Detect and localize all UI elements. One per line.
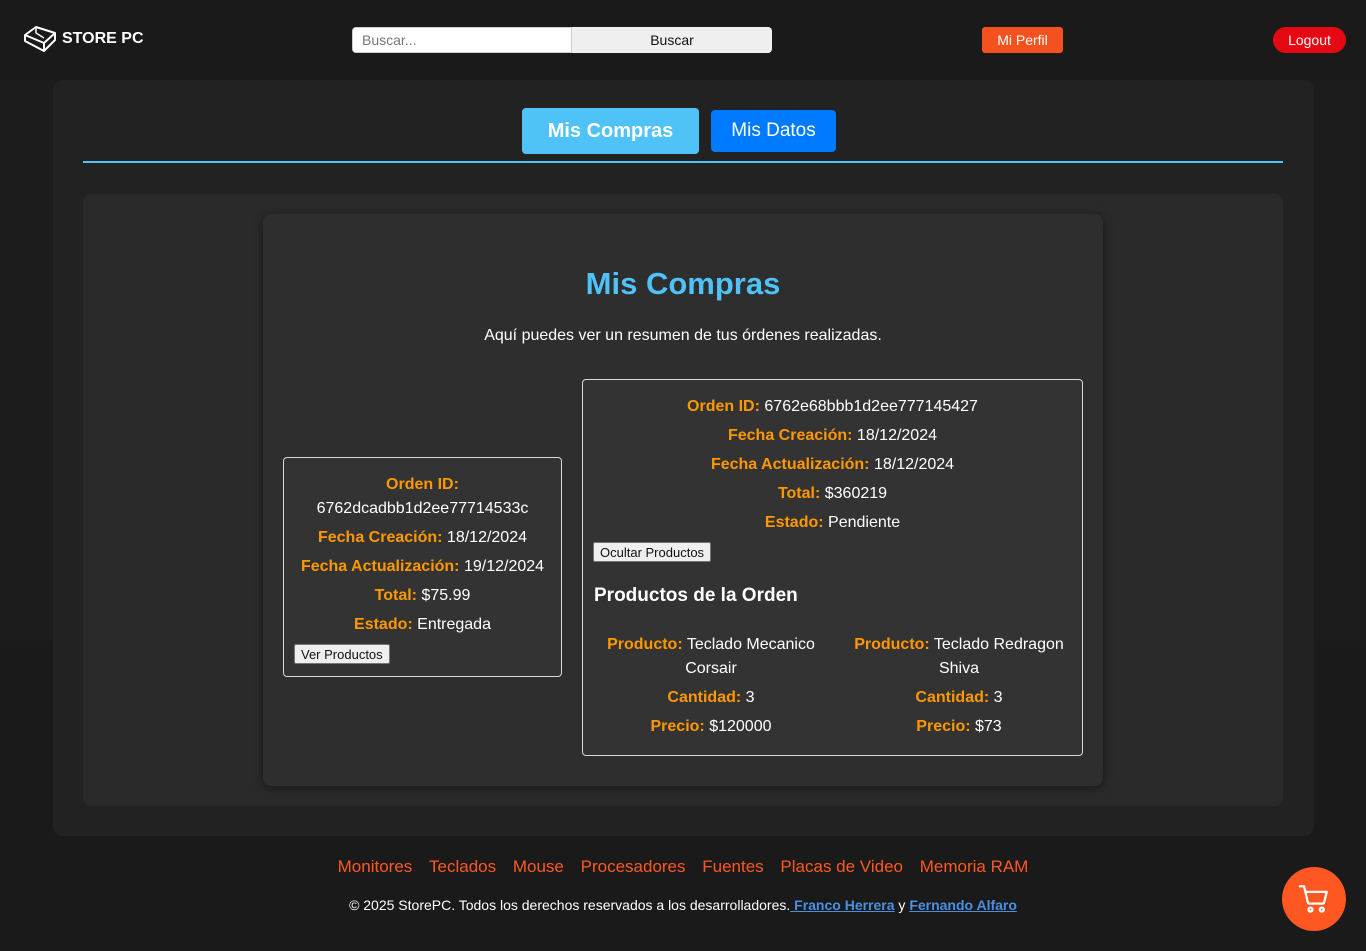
orders-title: Mis Compras: [585, 266, 781, 301]
footer-category-links: Monitores Teclados Mouse Procesadores Fu…: [0, 857, 1366, 877]
product-label: Producto:: [854, 636, 930, 653]
product-quantity-row: Cantidad: 3: [591, 686, 831, 710]
product-price-row: Precio: $120000: [591, 715, 831, 739]
created-label: Fecha Creación:: [727, 427, 853, 444]
order-id-row: Orden ID: 6762e68bbb1d2ee777145427: [583, 397, 1082, 417]
quantity-value: 3: [745, 689, 755, 706]
status-label: Estado:: [354, 616, 413, 633]
copyright: © 2025 StorePC. Todos los derechos reser…: [0, 897, 1366, 913]
search-button[interactable]: Buscar: [572, 27, 772, 53]
copyright-text: © 2025 StorePC. Todos los derechos reser…: [349, 897, 791, 913]
product-name-row-2: Corsair: [591, 657, 831, 681]
order-updated-row: Fecha Actualización: 19/12/2024: [284, 557, 561, 577]
footer-link-teclados[interactable]: Teclados: [429, 857, 496, 876]
product-name-row: Producto: Teclado Mecanico: [591, 633, 831, 657]
tab-mis-datos[interactable]: Mis Datos: [711, 110, 836, 152]
updated-label: Fecha Actualización:: [710, 456, 870, 473]
order-created-row: Fecha Creación: 18/12/2024: [284, 528, 561, 548]
order-id-value: 6762dcadbb1d2ee77714533c: [316, 500, 529, 517]
total-label: Total:: [374, 587, 417, 604]
tab-underline: [83, 161, 1283, 163]
footer-link-memoria-ram[interactable]: Memoria RAM: [920, 857, 1029, 876]
product-item: Producto: Teclado Redragon Shiva Cantida…: [839, 633, 1079, 739]
order-updated-row: Fecha Actualización: 18/12/2024: [583, 455, 1082, 475]
footer-link-mouse[interactable]: Mouse: [513, 857, 564, 876]
order-status-row: Estado: Pendiente: [583, 513, 1082, 533]
price-value: $120000: [709, 718, 772, 735]
product-quantity-row: Cantidad: 3: [839, 686, 1079, 710]
status-label: Estado:: [764, 514, 824, 531]
price-label: Precio:: [916, 718, 971, 735]
dev-link-fernando[interactable]: Fernando Alfaro: [909, 897, 1017, 913]
brand-name: STORE PC: [62, 30, 144, 47]
status-value: Pendiente: [828, 514, 901, 531]
created-value: 18/12/2024: [446, 529, 527, 546]
price-label: Precio:: [650, 718, 705, 735]
product-name-cont: Shiva: [938, 660, 980, 677]
quantity-value: 3: [993, 689, 1003, 706]
profile-button[interactable]: Mi Perfil: [982, 27, 1063, 53]
product-name: Teclado Mecanico: [686, 636, 815, 653]
status-value: Entregada: [417, 616, 491, 633]
copyright-and: y: [894, 897, 910, 913]
product-name-cont: Corsair: [685, 660, 737, 677]
product-name: Teclado Redragon: [933, 636, 1064, 653]
created-value: 18/12/2024: [856, 427, 937, 444]
created-label: Fecha Creación:: [317, 529, 443, 546]
shopping-cart-icon: [1298, 885, 1328, 913]
updated-value: 19/12/2024: [463, 558, 545, 575]
product-name-row: Producto: Teclado Redragon: [839, 633, 1079, 657]
keyboard-key-icon: [24, 26, 56, 52]
order-card: Orden ID: 6762dcadbb1d2ee77714533c Fecha…: [283, 457, 562, 677]
updated-value: 18/12/2024: [873, 456, 955, 473]
cart-button[interactable]: [1282, 867, 1346, 931]
search-input[interactable]: [352, 27, 572, 53]
footer-link-fuentes[interactable]: Fuentes: [702, 857, 763, 876]
quantity-label: Cantidad:: [915, 689, 990, 706]
brand-logo[interactable]: STORE PC: [22, 25, 144, 53]
order-created-row: Fecha Creación: 18/12/2024: [583, 426, 1082, 446]
quantity-label: Cantidad:: [667, 689, 742, 706]
logout-button[interactable]: Logout: [1273, 27, 1346, 53]
dev-link-franco[interactable]: Franco Herrera: [790, 897, 894, 913]
price-value: $73: [975, 718, 1002, 735]
view-products-button[interactable]: Ver Productos: [294, 644, 390, 664]
orders-subtitle: Aquí puedes ver un resumen de tus órdene…: [484, 327, 882, 344]
order-id-label: Orden ID:: [386, 476, 459, 493]
order-total-row: Total: $360219: [583, 484, 1082, 504]
order-id-label: Orden ID:: [687, 398, 760, 415]
tab-mis-compras[interactable]: Mis Compras: [522, 108, 699, 154]
order-id-label-row: Orden ID:: [284, 475, 561, 495]
total-value: $75.99: [421, 587, 471, 604]
product-item: Producto: Teclado Mecanico Corsair Canti…: [591, 633, 831, 739]
order-status-row: Estado: Entregada: [284, 615, 561, 635]
order-id-value: 6762e68bbb1d2ee777145427: [764, 398, 978, 415]
product-name-row-2: Shiva: [839, 657, 1079, 681]
product-price-row: Precio: $73: [839, 715, 1079, 739]
updated-label: Fecha Actualización:: [300, 558, 460, 575]
order-total-row: Total: $75.99: [284, 586, 561, 606]
hide-products-button[interactable]: Ocultar Productos: [593, 542, 712, 562]
order-id-value-row: 6762dcadbb1d2ee77714533c: [284, 499, 561, 519]
top-navbar: STORE PC Buscar Mi Perfil Logout: [0, 0, 1366, 80]
product-label: Producto:: [607, 636, 683, 653]
footer-link-placas-de-video[interactable]: Placas de Video: [780, 857, 903, 876]
footer-link-monitores[interactable]: Monitores: [338, 857, 413, 876]
footer-link-procesadores[interactable]: Procesadores: [581, 857, 686, 876]
total-value: $360219: [824, 485, 888, 502]
total-label: Total:: [777, 485, 821, 502]
products-heading: Productos de la Orden: [594, 585, 798, 606]
order-card: Orden ID: 6762e68bbb1d2ee777145427 Fecha…: [582, 379, 1083, 756]
